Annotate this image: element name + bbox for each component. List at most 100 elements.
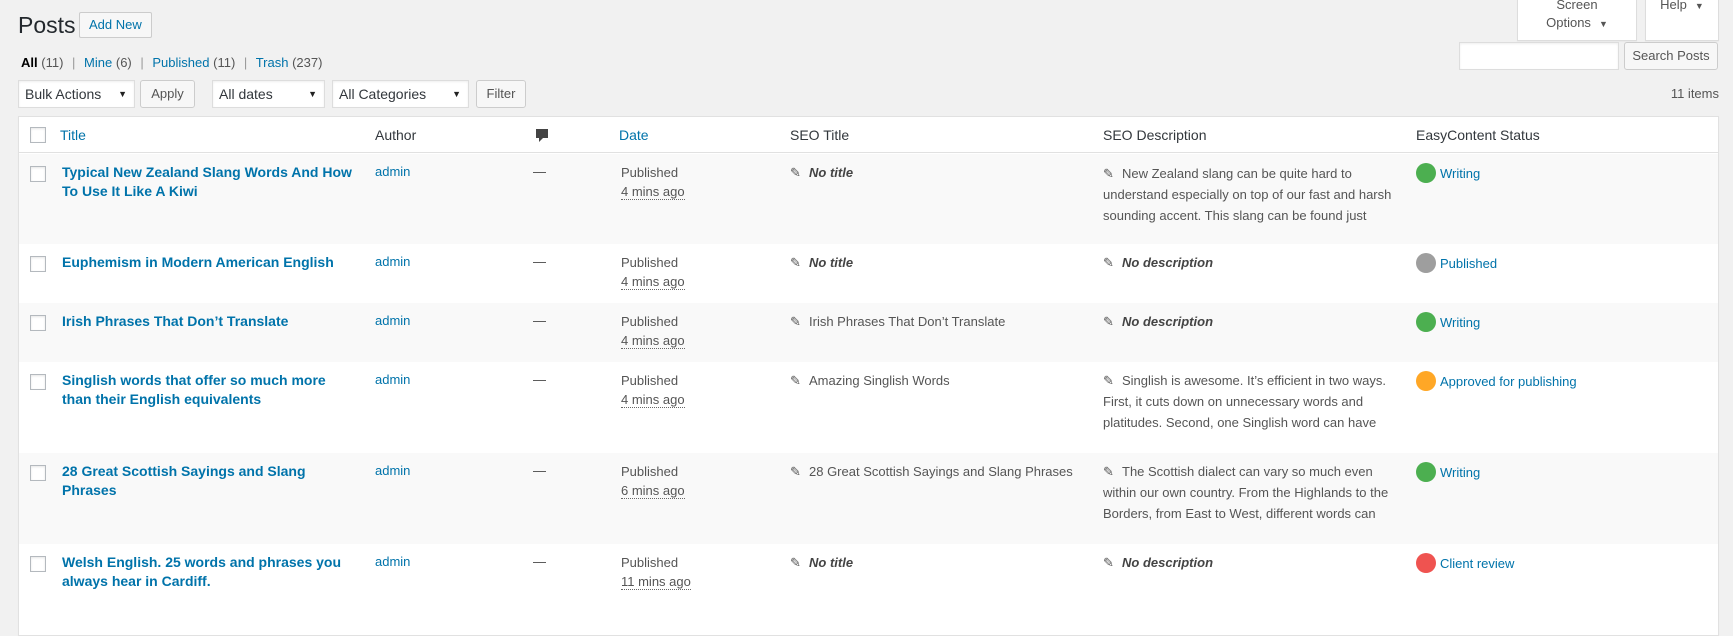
post-title-link[interactable]: Welsh English. 25 words and phrases you … [62,553,352,591]
search-input[interactable] [1459,42,1619,70]
comments-count: — [533,254,546,269]
comments-count: — [533,313,546,328]
status-dot-icon [1416,312,1436,332]
seo-description[interactable]: ✎ The Scottish dialect can vary so much e… [1103,461,1398,525]
seo-title[interactable]: ✎ No title [790,252,853,273]
column-title[interactable]: Title [60,127,86,143]
post-title-link[interactable]: Irish Phrases That Don’t Translate [62,312,352,331]
seo-title[interactable]: ✎ 28 Great Scottish Sayings and Slang Phr… [790,461,1073,482]
column-seo-description: SEO Description [1103,127,1207,143]
comments-count: — [533,463,546,478]
post-title-link[interactable]: Typical New Zealand Slang Words And How … [62,163,352,201]
table-row: Welsh English. 25 words and phrases you … [19,544,1718,634]
row-checkbox[interactable] [30,465,46,481]
dropdown-arrow-icon: ▼ [308,89,317,99]
author-link[interactable]: admin [375,254,410,269]
table-row: Singlish words that offer so much more t… [19,362,1718,453]
post-title-link[interactable]: Euphemism in Modern American English [62,253,352,272]
row-checkbox[interactable] [30,374,46,390]
status-dot-icon [1416,462,1436,482]
post-title-link[interactable]: 28 Great Scottish Sayings and Slang Phra… [62,462,352,500]
page-title: Posts [18,12,76,38]
categories-filter-select[interactable]: All Categories ▼ [332,80,469,108]
seo-title[interactable]: ✎ No title [790,552,853,573]
dropdown-arrow-icon: ▼ [452,89,461,99]
post-date: Published 4 mins ago [621,373,685,408]
row-checkbox[interactable] [30,315,46,331]
select-all-checkbox[interactable] [30,127,46,143]
comments-count: — [533,164,546,179]
seo-description[interactable]: ✎ No description [1103,552,1213,573]
column-date[interactable]: Date [619,127,649,143]
author-link[interactable]: admin [375,554,410,569]
caret-down-icon: ▼ [1598,19,1608,29]
author-link[interactable]: admin [375,463,410,478]
dates-filter-select[interactable]: All dates ▼ [212,80,325,108]
table-row: 28 Great Scottish Sayings and Slang Phra… [19,453,1718,544]
posts-table: Title Author Date SEO Title SEO Descript… [18,116,1719,636]
seo-title[interactable]: ✎ Amazing Singlish Words [790,370,950,391]
row-checkbox[interactable] [30,556,46,572]
screen-meta-tabs: Screen Options ▼ Help ▼ [1517,0,1719,41]
table-row: Irish Phrases That Don’t Translate admin… [19,303,1718,362]
post-status-views: All (11) | Mine (6) | Published (11) | T… [21,55,323,70]
seo-description[interactable]: ✎ No description [1103,311,1213,332]
search-posts-button[interactable]: Search Posts [1624,42,1718,70]
seo-title[interactable]: ✎ Irish Phrases That Don’t Translate [790,311,1005,332]
easycontent-status[interactable]: Client review [1416,553,1514,574]
seo-description[interactable]: ✎ No description [1103,252,1213,273]
post-date: Published 4 mins ago [621,165,685,200]
status-dot-icon [1416,163,1436,183]
row-checkbox[interactable] [30,166,46,182]
view-mine[interactable]: Mine [84,55,112,70]
comments-count: — [533,372,546,387]
pencil-icon: ✎ [1103,166,1114,181]
status-dot-icon [1416,371,1436,391]
status-dot-icon [1416,553,1436,573]
pencil-icon: ✎ [1103,255,1114,270]
dropdown-arrow-icon: ▼ [118,89,127,99]
pencil-icon: ✎ [790,165,801,180]
pencil-icon: ✎ [1103,373,1114,388]
view-trash[interactable]: Trash [256,55,289,70]
filter-button[interactable]: Filter [476,80,526,108]
seo-description[interactable]: ✎ New Zealand slang can be quite hard to … [1103,163,1398,227]
view-all[interactable]: All [21,55,38,70]
author-link[interactable]: admin [375,313,410,328]
pencil-icon: ✎ [790,555,801,570]
post-date: Published 11 mins ago [621,555,691,590]
bulk-actions-select[interactable]: Bulk Actions ▼ [18,80,135,108]
screen-options-tab[interactable]: Screen Options ▼ [1517,0,1637,41]
pencil-icon: ✎ [1103,555,1114,570]
post-title-link[interactable]: Singlish words that offer so much more t… [62,371,352,409]
pencil-icon: ✎ [1103,314,1114,329]
post-date: Published 4 mins ago [621,314,685,349]
column-seo-title: SEO Title [790,127,850,143]
easycontent-status[interactable]: Published [1416,253,1497,274]
post-date: Published 4 mins ago [621,255,685,290]
seo-title[interactable]: ✎ No title [790,162,853,183]
column-easycontent-status: EasyContent Status [1416,127,1540,143]
add-new-button[interactable]: Add New [79,12,152,38]
caret-down-icon: ▼ [1694,1,1704,11]
help-tab[interactable]: Help ▼ [1645,0,1719,41]
status-dot-icon [1416,253,1436,273]
easycontent-status[interactable]: Writing [1416,163,1480,184]
pencil-icon: ✎ [1103,464,1114,479]
comment-icon[interactable] [535,128,549,147]
items-count: 11 items [1670,86,1719,101]
author-link[interactable]: admin [375,164,410,179]
easycontent-status[interactable]: Approved for publishing [1416,371,1577,392]
post-date: Published 6 mins ago [621,464,685,499]
easycontent-status[interactable]: Writing [1416,462,1480,483]
row-checkbox[interactable] [30,256,46,272]
seo-description[interactable]: ✎ Singlish is awesome. It’s efficient in … [1103,370,1398,434]
easycontent-status[interactable]: Writing [1416,312,1480,333]
view-published[interactable]: Published [152,55,209,70]
comments-count: — [533,554,546,569]
column-author: Author [375,127,417,143]
table-row: Euphemism in Modern American English adm… [19,244,1718,303]
author-link[interactable]: admin [375,372,410,387]
table-row: Typical New Zealand Slang Words And How … [19,154,1718,244]
apply-button[interactable]: Apply [140,80,195,108]
